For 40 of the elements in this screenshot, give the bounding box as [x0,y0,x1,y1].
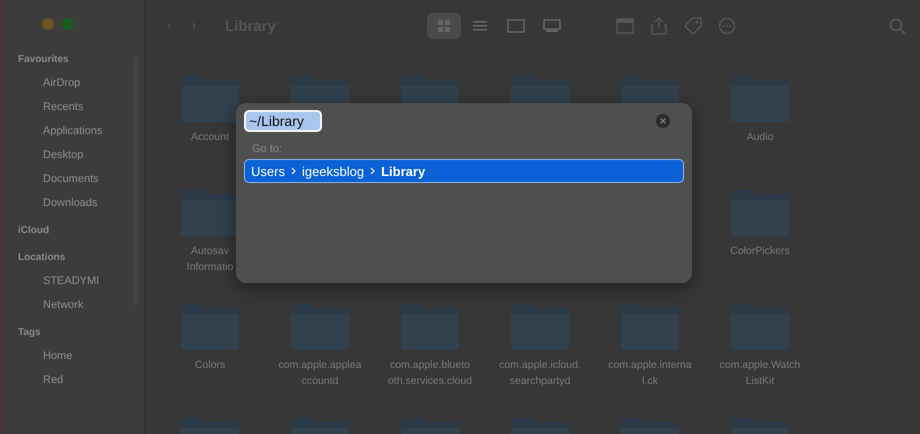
folder-name: Colors [194,358,226,373]
sidebar-item[interactable]: Network [43,299,144,311]
share-icon[interactable] [648,17,669,35]
folder-name: ColorPickers [730,244,790,259]
folder-name: com.apple.interna l.ck [608,358,692,389]
sidebar-heading: Tags [18,327,42,338]
folder-name: com.apple.icloud. searchpartyd [499,358,581,389]
clear-icon[interactable] [656,114,670,128]
path-suggestion[interactable]: Users igeeksblog Library [244,159,684,183]
folder-name: com.apple.applea ccountd [278,358,362,389]
search-icon[interactable] [888,17,908,35]
sidebar-heading: iCloud [18,225,50,236]
sidebar-item[interactable]: Documents [43,173,144,185]
folder-name: com.apple.Watch ListKit [720,358,800,389]
sidebar-item[interactable]: Desktop [43,149,144,161]
view-button[interactable] [426,13,461,39]
sidebar-item[interactable]: Home [43,350,144,362]
sidebar-item[interactable]: AirDrop [43,77,144,89]
sidebar-item[interactable]: Red [43,374,144,386]
tag-icon[interactable] [682,17,703,35]
path-field[interactable]: ~/Library [244,110,322,132]
sidebar-heading: Locations [18,252,66,263]
sidebar-item[interactable]: STEADYMI [43,275,144,287]
go-to-label: Go to: [252,143,283,155]
folder-name: Account [191,130,229,145]
sidebar-item[interactable]: Recents [43,101,144,113]
ellipsis-icon[interactable] [716,17,737,35]
group-icon[interactable] [614,17,635,35]
chevron-icon [290,167,296,175]
sidebar-heading: Favourites [18,54,70,65]
folder-name: Autosav Informatio [186,244,234,275]
gallery-icon [542,17,562,35]
zoom-button[interactable] [62,18,74,30]
folder-name: Audio [746,130,774,145]
minimize-button[interactable] [42,18,54,30]
chevron-icon [370,167,376,175]
sidebar-item[interactable]: Applications [43,125,144,137]
folder-name: com.apple.blueto oth.services.cloud [388,358,472,389]
sidebar-item[interactable]: Downloads [43,197,144,209]
columns-icon [506,17,526,35]
